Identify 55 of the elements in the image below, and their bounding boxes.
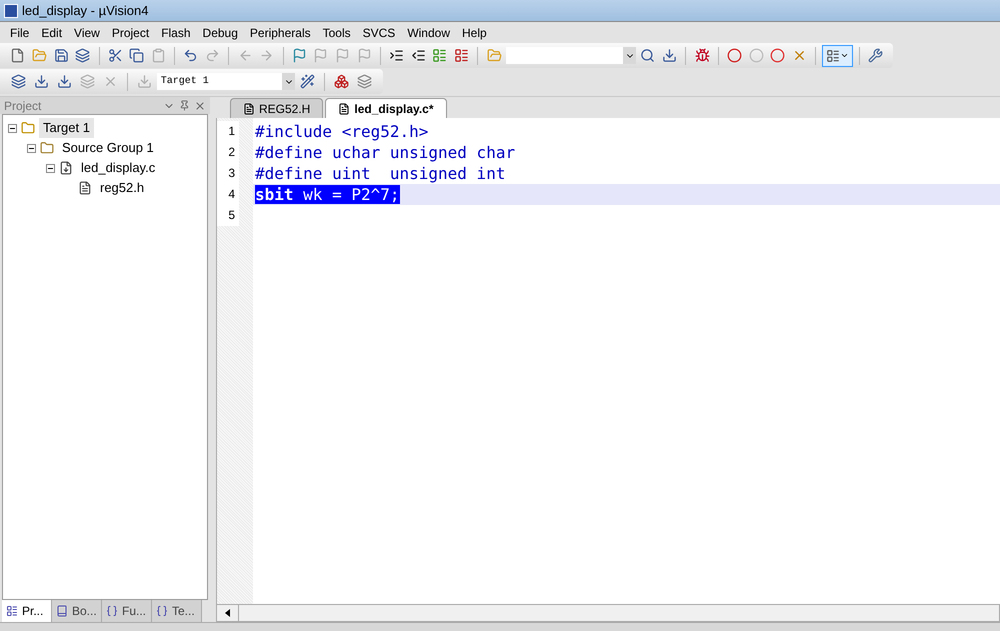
menu-item[interactable]: Project <box>106 24 156 42</box>
menu-item[interactable]: Window <box>401 24 456 42</box>
tree-item[interactable]: Target 1 <box>39 118 94 138</box>
panel-tab[interactable]: Pr... <box>2 600 52 622</box>
pin-icon[interactable] <box>179 100 190 110</box>
tab-icon <box>106 605 118 617</box>
folder-icon <box>21 121 35 135</box>
editor-tab[interactable]: led_display.c* <box>325 98 447 118</box>
panel-tab[interactable]: Te... <box>152 600 202 622</box>
dropdown-icon <box>840 51 849 60</box>
file-icon <box>78 181 92 195</box>
collapse-toggle[interactable] <box>8 124 17 132</box>
window-layout-icon <box>826 48 840 62</box>
close-icon[interactable] <box>194 100 206 112</box>
menu-item[interactable]: Help <box>456 24 493 42</box>
code-line: #define uint unsigned int <box>254 163 506 184</box>
app-logo-icon <box>4 4 18 18</box>
menu-item[interactable]: File <box>4 24 36 42</box>
editor-tab[interactable]: REG52.H <box>230 98 324 118</box>
panel-title: Project <box>4 98 42 114</box>
panel-tab[interactable]: Bo... <box>52 600 102 622</box>
window-title: led_display - µVision4 <box>22 2 148 20</box>
code-line: #define uchar unsigned char <box>254 142 516 163</box>
code-line: #include <reg52.h> <box>254 121 430 142</box>
line-number: 1 <box>217 121 239 142</box>
menu-item[interactable]: Debug <box>196 24 244 42</box>
menu-item[interactable]: SVCS <box>356 24 402 42</box>
tab-icon <box>6 605 18 617</box>
line-number: 5 <box>217 205 239 226</box>
collapse-toggle[interactable] <box>27 144 36 152</box>
horizontal-scrollbar[interactable] <box>216 604 1000 622</box>
panel-tab[interactable]: Fu... <box>102 600 152 622</box>
find-field[interactable] <box>506 47 636 64</box>
file-icon <box>338 102 350 114</box>
line-number: 3 <box>217 163 239 184</box>
menu-item[interactable]: Edit <box>35 24 68 42</box>
menu-item[interactable]: Peripherals <box>244 24 317 42</box>
line-number: 2 <box>217 142 239 163</box>
menu-item[interactable]: Flash <box>155 24 197 42</box>
file-icon <box>243 102 255 114</box>
tab-icon <box>56 605 68 617</box>
file-icon <box>59 161 73 175</box>
tree-item[interactable]: reg52.h <box>96 178 148 198</box>
code-editor[interactable]: 1 2 3 4 5 #include <reg52.h> #define uchar unsigned char #define uint unsigned int sbit wk = P2^7; <box>216 118 1000 604</box>
menu-item[interactable]: View <box>68 24 106 42</box>
line-number: 4 <box>217 184 239 205</box>
folder-icon <box>40 141 54 155</box>
menu-item[interactable]: Tools <box>316 24 357 42</box>
target-select[interactable]: Target 1 <box>156 73 296 90</box>
collapse-toggle[interactable] <box>46 164 55 172</box>
tree-item[interactable]: led_display.c <box>77 158 160 178</box>
tab-icon <box>156 605 168 617</box>
tree-item[interactable]: Source Group 1 <box>58 138 158 158</box>
window-layout-button[interactable] <box>822 44 853 66</box>
scroll-left-icon[interactable] <box>225 609 230 617</box>
